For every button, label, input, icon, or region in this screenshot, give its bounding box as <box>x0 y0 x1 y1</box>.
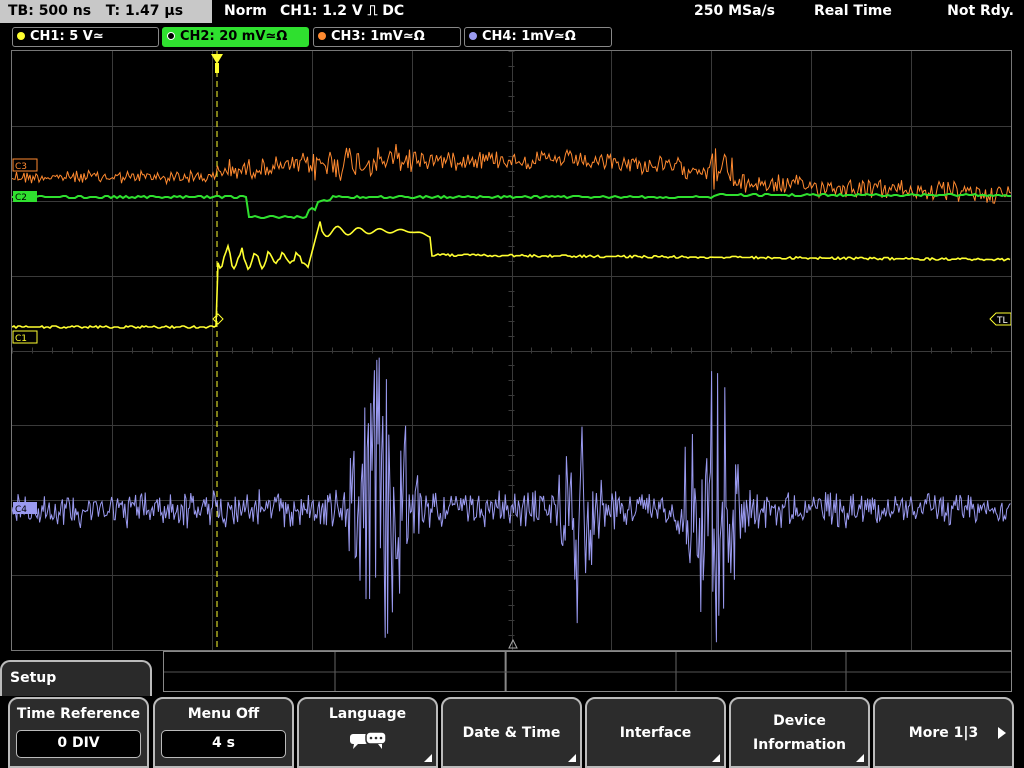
ch3-dot-icon <box>318 32 326 40</box>
softkey-label: Time Reference <box>16 706 141 722</box>
submenu-corner-icon <box>856 754 864 762</box>
channel-tab-ch4[interactable]: CH4: 1mV≃Ω <box>464 27 612 47</box>
more-softkey[interactable]: More 1|3 <box>873 697 1014 768</box>
softkey-label: Date & Time <box>462 724 561 741</box>
speech-bubbles-icon <box>349 731 387 749</box>
device-information-softkey[interactable]: Device Information <box>729 697 870 768</box>
next-page-arrow-icon <box>998 727 1006 739</box>
ch2-marker[interactable]: C2 <box>13 191 37 203</box>
overview-ticks <box>164 652 1011 691</box>
language-softkey[interactable]: Language <box>297 697 438 768</box>
svg-text:C3: C3 <box>15 162 27 172</box>
ch1-marker[interactable]: C1 <box>12 330 38 344</box>
interface-softkey[interactable]: Interface <box>585 697 726 768</box>
channel-tab-label: CH3: 1mV≃Ω <box>331 29 425 44</box>
trigger-point-icon <box>212 313 224 325</box>
softkey-label: Device Information <box>753 712 846 753</box>
svg-text:C1: C1 <box>15 334 27 344</box>
ch2-dot-icon <box>167 32 175 40</box>
channel-tab-ch3[interactable]: CH3: 1mV≃Ω <box>313 27 461 47</box>
ch4-waveform <box>12 357 1011 643</box>
channel-tab-label: CH1: 5 V≃ <box>30 29 104 44</box>
waveform-display[interactable]: C3 C2 C1 C4 TL <box>11 50 1012 651</box>
menu-off-value: 4 s <box>161 730 286 758</box>
ch4-marker[interactable]: C4 <box>13 502 37 515</box>
channel-tab-ch2[interactable]: CH2: 20 mV≃Ω <box>162 27 309 47</box>
softkey-label: Interface <box>619 724 692 741</box>
waveform-plot: C3 C2 C1 C4 TL <box>12 51 1011 650</box>
channel-tab-label: CH2: 20 mV≃Ω <box>180 29 288 44</box>
acquisition-mode: Real Time <box>814 3 892 19</box>
trigger-info[interactable]: CH1: 1.2 V ⎍ DC <box>280 0 404 23</box>
submenu-corner-icon <box>712 754 720 762</box>
submenu-corner-icon <box>424 754 432 762</box>
menu-off-softkey[interactable]: Menu Off 4 s <box>153 697 294 768</box>
softkey-label: More 1|3 <box>908 724 979 741</box>
softkey-label: Language <box>328 706 407 722</box>
channel-tab-label: CH4: 1mV≃Ω <box>482 29 576 44</box>
graticule-grid <box>12 51 1011 650</box>
ch1-dot-icon <box>17 32 25 40</box>
svg-text:C2: C2 <box>15 193 27 203</box>
ch2-waveform <box>12 192 1011 220</box>
svg-text:C4: C4 <box>15 505 27 515</box>
timebase-readout[interactable]: TB: 500 ns T: 1.47 µs <box>0 0 212 23</box>
ch1-waveform <box>12 221 1011 330</box>
trigger-mode[interactable]: Norm <box>224 0 267 23</box>
time-reference-softkey[interactable]: Time Reference 0 DIV <box>8 697 149 768</box>
ch3-marker[interactable]: C3 <box>12 158 38 172</box>
svg-text:TL: TL <box>996 316 1008 326</box>
menu-title: Setup <box>0 660 152 696</box>
ch4-dot-icon <box>469 32 477 40</box>
channel-tab-ch1[interactable]: CH1: 5 V≃ <box>12 27 159 47</box>
softkey-label: Menu Off <box>187 706 260 722</box>
submenu-corner-icon <box>568 754 576 762</box>
date-time-softkey[interactable]: Date & Time <box>441 697 582 768</box>
trigger-level-marker[interactable]: TL <box>989 312 1011 326</box>
zoom-overview-strip[interactable] <box>163 651 1012 692</box>
acquisition-status: Not Rdy. <box>947 3 1014 19</box>
time-reference-value: 0 DIV <box>16 730 141 758</box>
trigger-position-stem <box>215 63 219 73</box>
status-bar: Norm CH1: 1.2 V ⎍ DC 250 MSa/s Real Time… <box>214 0 1024 23</box>
sample-rate: 250 MSa/s <box>694 3 776 19</box>
